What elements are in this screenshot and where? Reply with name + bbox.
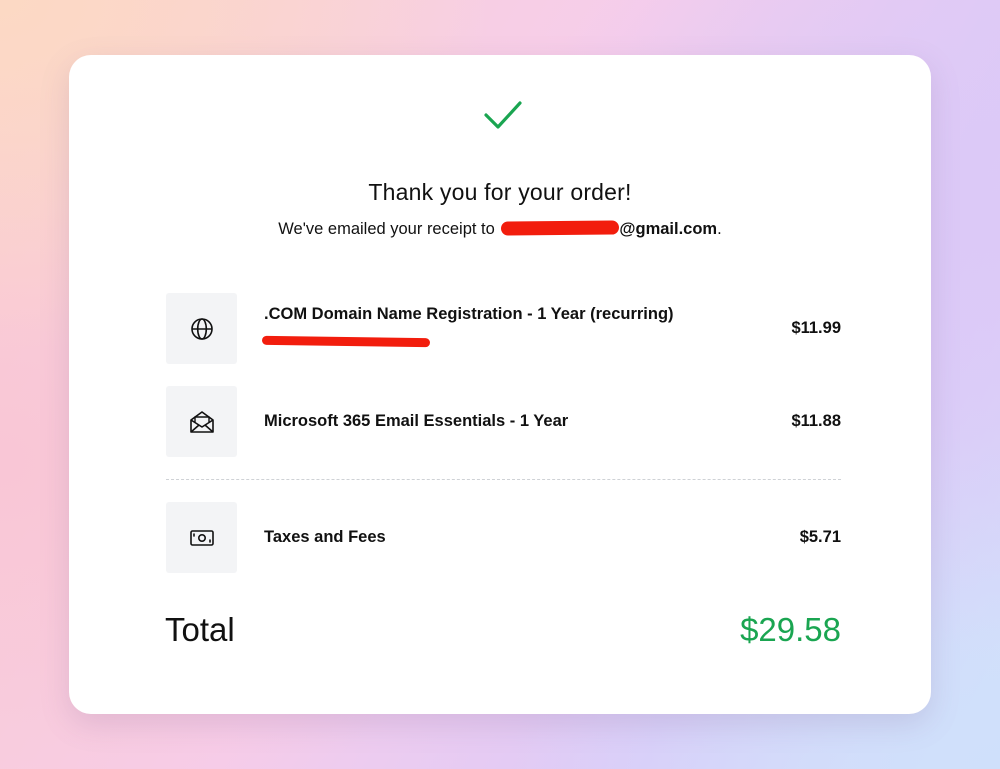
order-confirmation-card: Thank you for your order! We've emailed … [69, 55, 931, 714]
receipt-message: We've emailed your receipt to @gmail.com… [69, 220, 931, 239]
receipt-suffix: . [717, 220, 722, 238]
item-name: Microsoft 365 Email Essentials - 1 Year [264, 412, 569, 430]
list-item: .COM Domain Name Registration - 1 Year (… [166, 293, 841, 364]
fees-row: Taxes and Fees $5.71 [166, 502, 841, 573]
total-value: $29.58 [740, 611, 841, 648]
cash-icon [189, 529, 214, 546]
item-icon-box [166, 293, 237, 364]
item-icon-box [166, 502, 237, 573]
globe-icon [190, 317, 213, 340]
item-icon-box [166, 386, 237, 457]
total-label: Total [165, 611, 235, 648]
page-title: Thank you for your order! [368, 179, 632, 205]
recipient-email: @gmail.com [499, 220, 717, 239]
fees-label: Taxes and Fees [264, 528, 386, 546]
item-price: $11.88 [791, 412, 841, 430]
check-icon [484, 101, 522, 129]
redacted-email-mark [501, 220, 620, 236]
section-divider [166, 479, 841, 480]
email-domain: @gmail.com [619, 220, 718, 238]
redacted-domain-mark [261, 335, 431, 348]
fees-price: $5.71 [799, 528, 841, 546]
envelope-open-icon [189, 410, 214, 433]
receipt-prefix: We've emailed your receipt to [278, 220, 495, 238]
list-item: Microsoft 365 Email Essentials - 1 Year … [166, 386, 841, 457]
item-price: $11.99 [791, 319, 841, 337]
item-name: .COM Domain Name Registration - 1 Year (… [264, 305, 674, 323]
